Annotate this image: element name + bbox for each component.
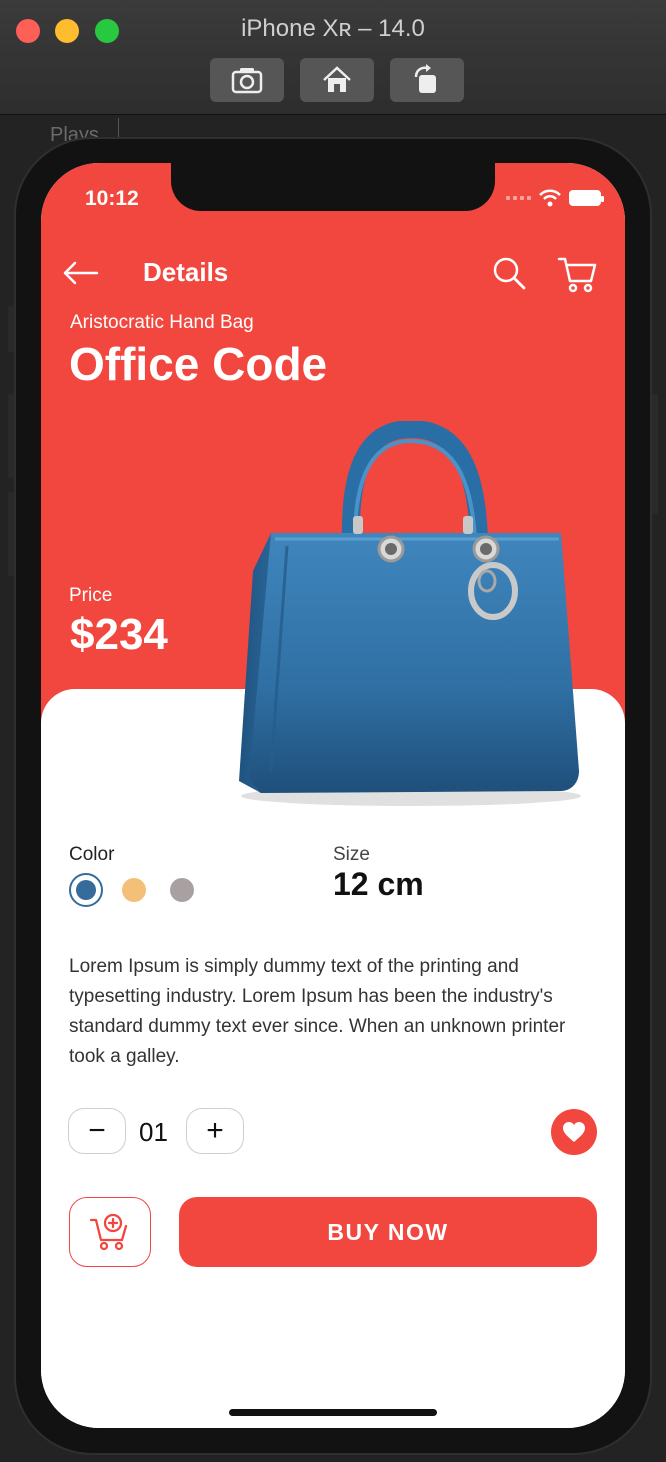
back-arrow-icon[interactable] bbox=[61, 257, 101, 289]
plus-icon: + bbox=[206, 1114, 224, 1147]
volume-down-button bbox=[8, 492, 14, 576]
product-description: Lorem Ipsum is simply dummy text of the … bbox=[69, 956, 566, 1067]
color-swatch-gray[interactable] bbox=[170, 878, 194, 902]
size-label: Size bbox=[333, 844, 370, 865]
add-to-cart-button[interactable] bbox=[69, 1197, 151, 1267]
simulator-title: iPhone Xʀ – 14.0 bbox=[241, 15, 425, 42]
quantity-value: 01 bbox=[139, 1117, 168, 1147]
page-title: Details bbox=[143, 257, 229, 287]
add-to-cart-icon bbox=[89, 1213, 128, 1251]
cart-icon[interactable] bbox=[557, 255, 597, 293]
product-subtitle: Aristocratic Hand Bag bbox=[70, 312, 254, 333]
heart-icon bbox=[563, 1122, 585, 1142]
price-value: $234 bbox=[70, 610, 168, 659]
product-title: Office Code bbox=[69, 338, 328, 390]
color-swatch-orange[interactable] bbox=[122, 878, 146, 902]
color-swatch-blue[interactable] bbox=[76, 880, 96, 900]
home-button[interactable] bbox=[300, 58, 374, 102]
status-time: 10:12 bbox=[85, 187, 139, 210]
power-button bbox=[652, 394, 658, 514]
minus-icon: − bbox=[88, 1114, 106, 1147]
quantity-decrease-button[interactable]: − bbox=[68, 1108, 126, 1154]
quantity-increase-button[interactable]: + bbox=[186, 1108, 244, 1154]
price-label: Price bbox=[69, 585, 113, 606]
favorite-button[interactable] bbox=[551, 1109, 597, 1155]
app-screen: 10:12 Details Aristocratic Hand Bag Offi… bbox=[41, 163, 625, 1428]
rotate-button[interactable] bbox=[390, 58, 464, 102]
notch bbox=[171, 163, 495, 211]
volume-up-button bbox=[8, 394, 14, 478]
status-icons bbox=[506, 189, 604, 207]
search-icon[interactable] bbox=[491, 255, 527, 291]
product-image bbox=[239, 421, 581, 806]
rotate-icon bbox=[414, 64, 436, 93]
home-indicator bbox=[229, 1409, 437, 1416]
battery-icon bbox=[569, 190, 604, 206]
signal-icon bbox=[506, 196, 531, 200]
screenshot-button[interactable] bbox=[210, 58, 284, 102]
wifi-icon bbox=[539, 189, 561, 207]
mute-switch bbox=[8, 306, 14, 352]
size-value: 12 cm bbox=[333, 866, 424, 902]
simulator-titlebar: iPhone Xʀ – 14.0 bbox=[0, 0, 666, 115]
app-bar: Details bbox=[41, 251, 625, 295]
color-label: Color bbox=[69, 844, 115, 865]
buy-now-button[interactable]: BUY NOW bbox=[179, 1197, 597, 1267]
home-icon bbox=[323, 66, 351, 92]
screenshot-icon bbox=[231, 68, 263, 94]
